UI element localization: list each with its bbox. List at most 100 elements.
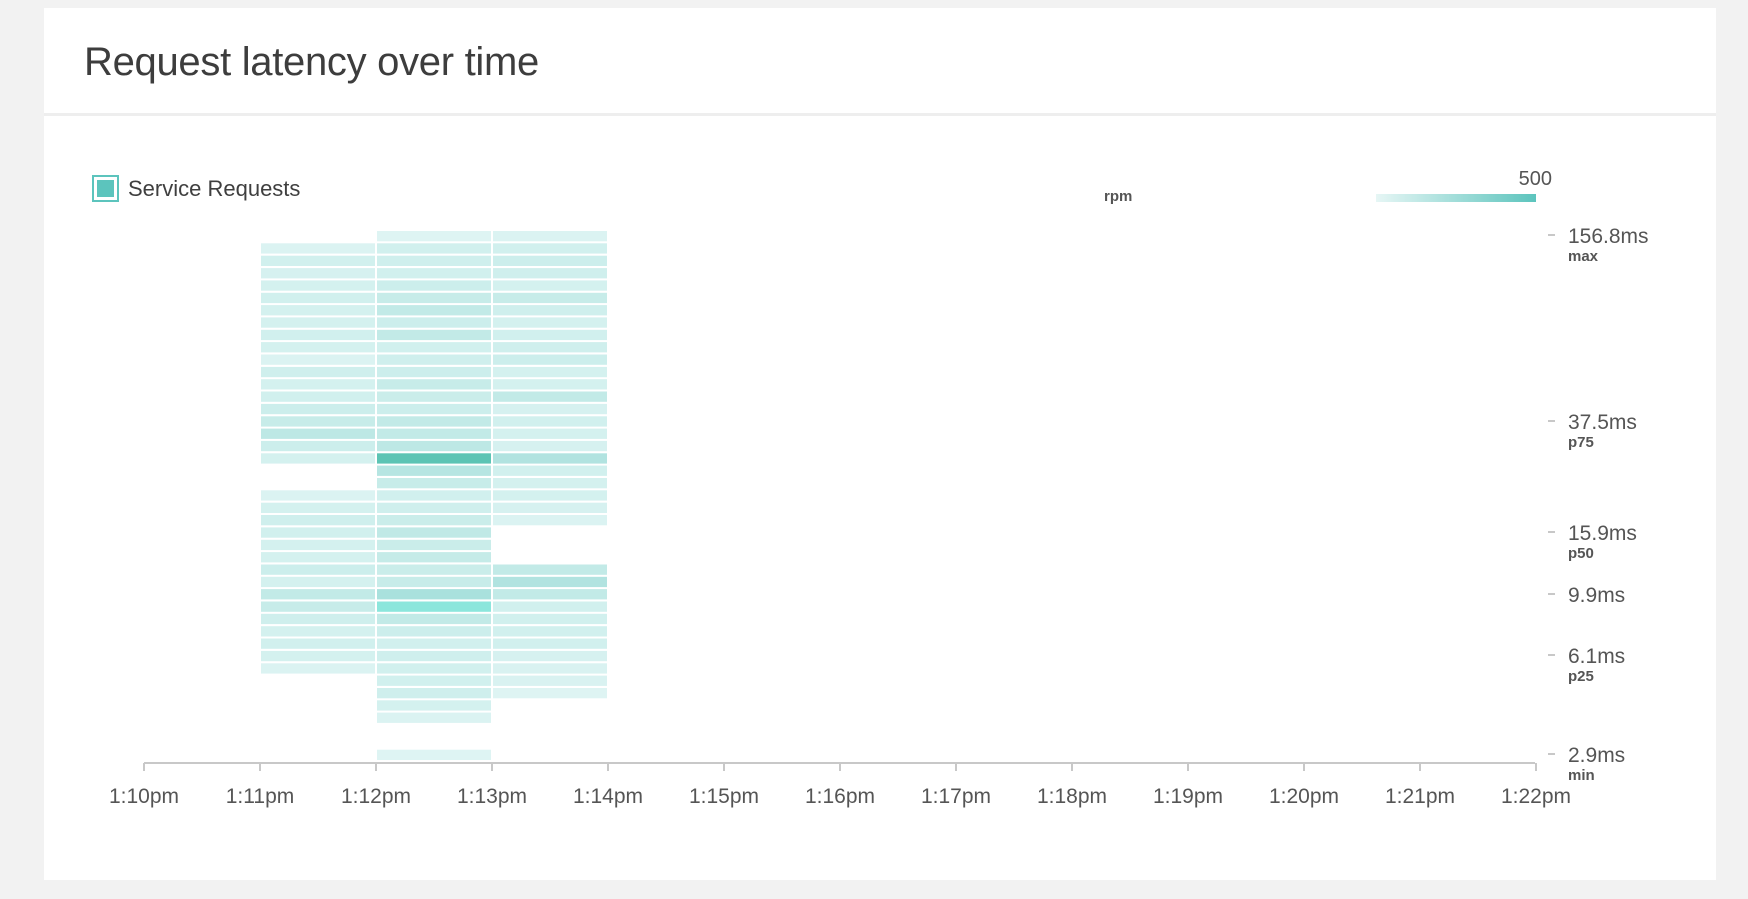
heatmap-cell	[493, 650, 607, 662]
heatmap-cell	[261, 502, 375, 513]
heatmap-cell	[377, 564, 491, 575]
heatmap-cell	[261, 650, 375, 662]
heatmap-cell	[493, 502, 607, 513]
x-tick-label: 1:10pm	[109, 785, 179, 808]
heatmap-cell	[377, 465, 491, 476]
heatmap-cell	[377, 354, 491, 365]
heatmap-cell	[377, 663, 491, 674]
heatmap-cell	[261, 354, 375, 365]
heatmap-cell	[493, 366, 607, 378]
heatmap-cell	[377, 453, 491, 464]
legend: Service Requests rpm 500	[92, 168, 1552, 205]
legend-unit-label: rpm	[1104, 188, 1132, 205]
heatmap-cell	[493, 391, 607, 402]
heatmap-cell	[377, 502, 491, 513]
heatmap-cell	[493, 379, 607, 390]
y-tick-label: 2.9ms	[1568, 744, 1625, 767]
heatmap-cell	[377, 539, 491, 551]
heatmap-cell	[377, 675, 491, 686]
heatmap-cell	[377, 440, 491, 452]
heatmap-cell	[261, 613, 375, 625]
y-tick-stat-label: p75	[1568, 434, 1594, 451]
x-tick-label: 1:15pm	[689, 785, 759, 808]
heatmap-cell	[493, 453, 607, 464]
y-tick-stat-label: max	[1568, 248, 1599, 265]
heatmap-cell	[493, 416, 607, 427]
color-scale-max-label: 500	[1519, 168, 1552, 190]
heatmap-cell	[377, 366, 491, 378]
heatmap-cell	[377, 576, 491, 588]
heatmap-cell	[377, 280, 491, 291]
heatmap-cell	[377, 626, 491, 637]
heatmap-cell	[261, 552, 375, 563]
y-axis: 156.8msmax 37.5msp75 15.9msp50 9.9ms 6.1msp2…	[1548, 225, 1649, 784]
x-tick-label: 1:20pm	[1269, 785, 1339, 808]
heatmap-cell	[261, 440, 375, 452]
x-axis: 1:10pm 1:11pm 1:12pm 1:13pm 1:14pm 1:15pm 1:16…	[109, 762, 1571, 808]
heatmap-cell	[493, 292, 607, 304]
heatmap-cell	[377, 700, 491, 711]
heatmap-cell	[493, 440, 607, 452]
heatmap-cell	[493, 601, 607, 612]
heatmap-cell	[493, 280, 607, 291]
heatmap-cell	[377, 478, 491, 489]
heatmap-cell	[493, 613, 607, 625]
x-tick-label: 1:12pm	[341, 785, 411, 808]
x-tick-label: 1:14pm	[573, 785, 643, 808]
heatmap-cell	[377, 428, 491, 439]
heatmap-cell	[493, 576, 607, 588]
heatmap-cell	[377, 268, 491, 279]
heatmap-cell	[493, 317, 607, 328]
color-scale-bar	[1376, 194, 1536, 202]
heatmap-cell	[261, 403, 375, 415]
heatmap-cell	[493, 564, 607, 575]
heatmap-cell	[377, 688, 491, 699]
heatmap-cell	[261, 539, 375, 551]
heatmap-cell	[261, 428, 375, 439]
heatmap-cell	[261, 490, 375, 501]
heatmap-svg: Service Requests rpm 500 156.8msmax 37.5m…	[92, 168, 1649, 808]
x-tick-label: 1:19pm	[1153, 785, 1223, 808]
heatmap-cell	[261, 515, 375, 526]
heatmap-cell	[261, 564, 375, 575]
heatmap-cell	[493, 589, 607, 600]
heatmap-cell	[261, 305, 375, 316]
legend-series-label: Service Requests	[128, 176, 300, 201]
heatmap-cell	[377, 317, 491, 328]
heatmap-cell	[377, 712, 491, 723]
heatmap-cell	[261, 391, 375, 402]
y-tick-label: 37.5ms	[1568, 411, 1637, 434]
heatmap-cell	[493, 626, 607, 637]
heatmap-cell	[377, 231, 491, 242]
heatmap-cell	[377, 601, 491, 612]
heatmap-cell	[261, 589, 375, 600]
heatmap-cell	[377, 490, 491, 501]
heatmap-cell	[261, 379, 375, 390]
heatmap-cell	[261, 601, 375, 612]
heatmap-cell	[261, 453, 375, 464]
x-tick-label: 1:13pm	[457, 785, 527, 808]
heatmap-cell	[493, 465, 607, 476]
heatmap-cell	[377, 243, 491, 254]
heatmap-cell	[377, 255, 491, 266]
heatmap-cell	[377, 589, 491, 600]
heatmap-cell	[493, 638, 607, 649]
heatmap-cell	[261, 663, 375, 674]
heatmap-cell	[377, 292, 491, 304]
heatmap-cell	[377, 638, 491, 649]
heatmap-cell	[493, 675, 607, 686]
y-tick-label: 6.1ms	[1568, 645, 1625, 668]
heatmap-cell	[493, 428, 607, 439]
heatmap-cell	[493, 231, 607, 242]
y-tick-stat-label: p25	[1568, 668, 1594, 685]
heatmap-cell	[261, 576, 375, 588]
heatmap-cell	[493, 688, 607, 699]
heatmap-cell	[377, 527, 491, 538]
heatmap-cell	[377, 403, 491, 415]
heatmap-cell	[493, 243, 607, 254]
x-tick-label: 1:11pm	[226, 785, 295, 808]
heatmap-cell	[493, 342, 607, 353]
heatmap-cell	[493, 403, 607, 415]
heatmap-cell	[377, 613, 491, 625]
y-tick-stat-label: min	[1568, 767, 1595, 784]
